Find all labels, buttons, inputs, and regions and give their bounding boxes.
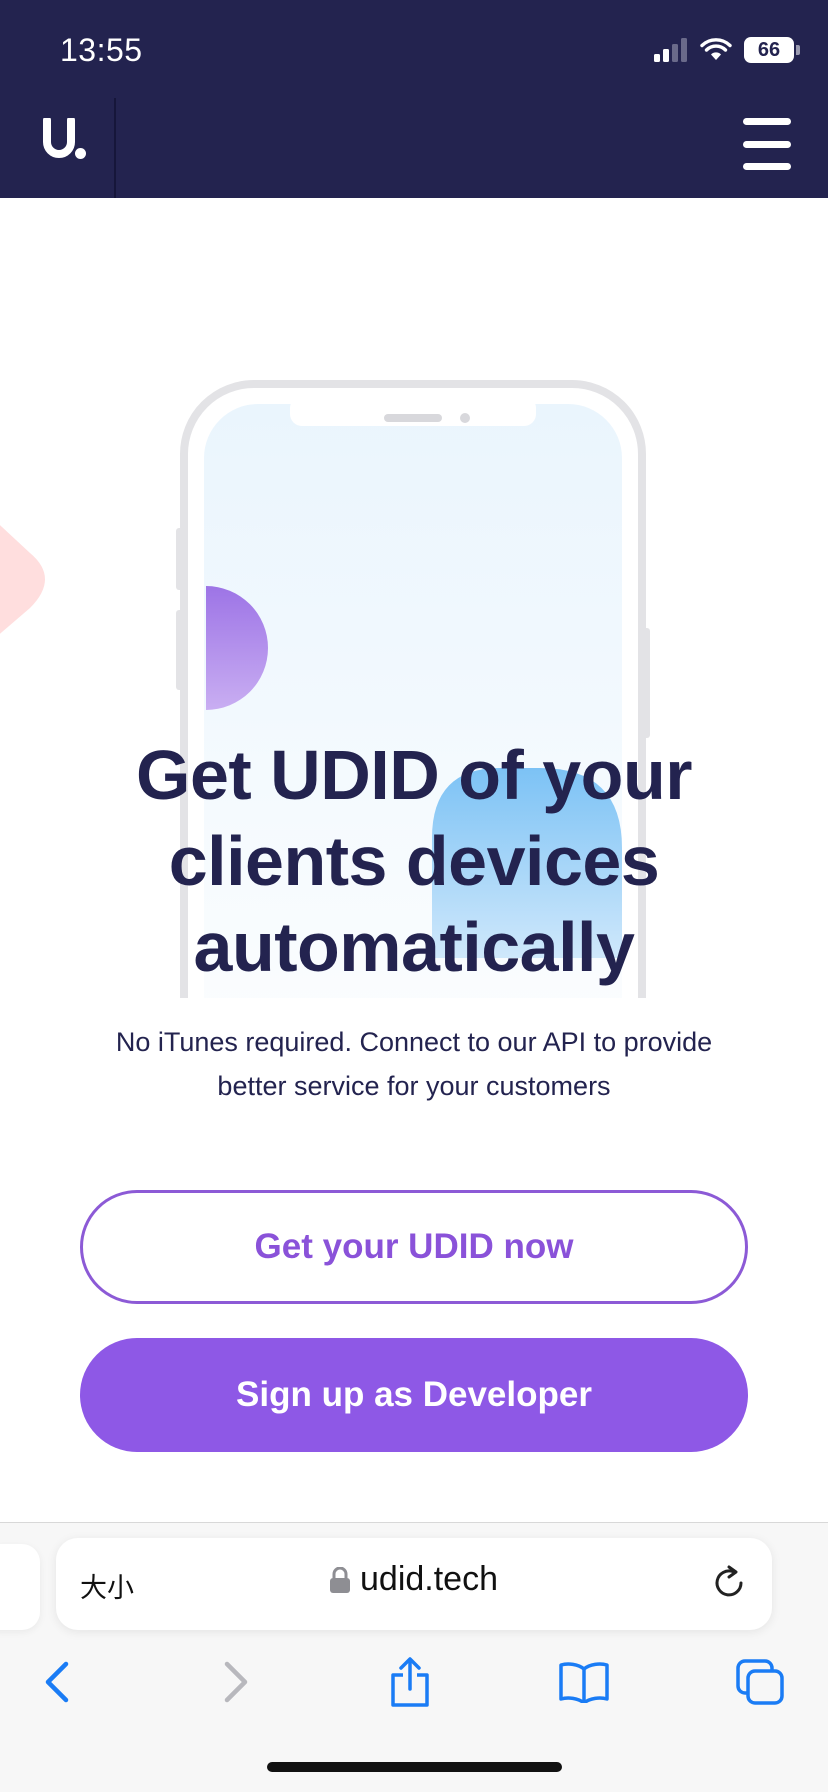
hamburger-menu-button[interactable] [743,118,791,170]
battery-level: 66 [757,38,781,61]
hero-title: Get UDID of your clients devices automat… [136,736,692,986]
wifi-icon [700,38,732,60]
status-icons: 66 [654,34,800,66]
hamburger-icon [743,118,791,125]
home-indicator [267,1762,562,1772]
reload-icon[interactable] [710,1564,748,1602]
site-logo[interactable] [42,118,86,160]
cellular-signal-icon [654,38,687,62]
forward-icon [224,1661,248,1703]
header-divider [114,98,116,198]
back-button[interactable] [29,1654,85,1710]
bookmarks-icon [559,1662,609,1703]
site-header: 13:55 66 [0,0,828,198]
sign-up-developer-button[interactable]: Sign up as Developer [80,1338,748,1452]
decorative-diamond [0,525,45,634]
url-display[interactable]: udid.tech [56,1560,772,1599]
back-icon [45,1661,69,1703]
tabs-icon [736,1659,784,1705]
hero-subtitle: No iTunes required. Connect to our API t… [115,1027,713,1101]
battery-icon: 66 [744,37,800,63]
url-text: udid.tech [360,1560,498,1598]
bookmarks-button[interactable] [556,1654,612,1710]
forward-button[interactable] [208,1654,264,1710]
tabs-button[interactable] [732,1654,788,1710]
address-bar[interactable]: 大小 udid.tech [56,1538,772,1630]
get-udid-button[interactable]: Get your UDID now [80,1190,748,1304]
status-time: 13:55 [60,32,143,68]
lock-icon [330,1566,350,1593]
share-icon [391,1657,429,1707]
previous-tab-preview[interactable] [0,1544,40,1630]
share-button[interactable] [382,1654,438,1710]
page: 13:55 66 Get UDID of your clients device… [0,0,828,1792]
